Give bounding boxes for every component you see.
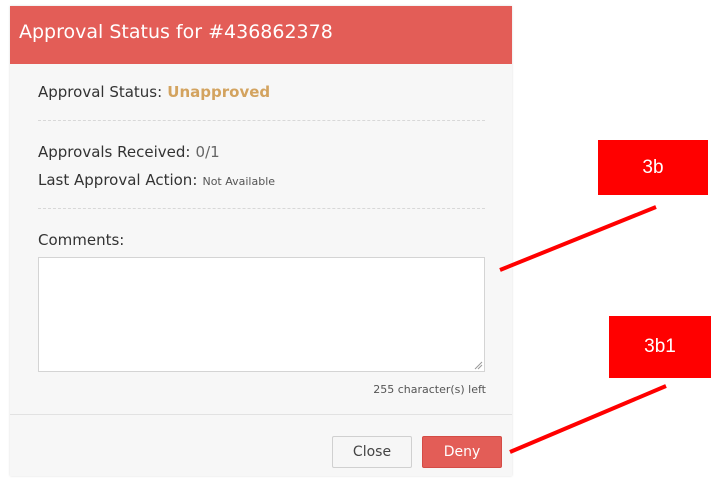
- comments-textarea[interactable]: [38, 257, 485, 372]
- last-approval-action-value: Not Available: [202, 175, 276, 188]
- close-button[interactable]: Close: [332, 436, 412, 468]
- dialog-title: Approval Status for #436862378: [19, 21, 333, 43]
- deny-button[interactable]: Deny: [422, 436, 502, 468]
- footer-divider: [10, 414, 512, 415]
- callout-3b: 3b: [598, 140, 708, 195]
- last-approval-action-label: Last Approval Action:: [38, 171, 198, 189]
- approval-status-dialog: Approval Status for #436862378 Approval …: [10, 6, 512, 476]
- characters-left-counter: 255 character(s) left: [373, 383, 486, 396]
- callout-3b-pointer-line: [499, 205, 657, 272]
- approval-status-label: Approval Status:: [38, 83, 163, 101]
- divider: [38, 120, 485, 121]
- callout-3b1: 3b1: [609, 316, 711, 378]
- approval-status-value: Unapproved: [167, 83, 271, 101]
- last-approval-action-row: Last Approval Action: Not Available: [38, 170, 275, 189]
- comments-label: Comments:: [38, 231, 125, 249]
- approvals-received-row: Approvals Received: 0/1: [38, 142, 220, 161]
- approvals-received-value: 0/1: [195, 143, 220, 161]
- approvals-received-label: Approvals Received:: [38, 143, 191, 161]
- divider: [38, 208, 485, 209]
- callout-3b1-pointer-line: [509, 384, 667, 454]
- resize-grip-icon[interactable]: [473, 360, 483, 370]
- dialog-header: Approval Status for #436862378: [10, 6, 512, 64]
- approval-status-row: Approval Status: Unapproved: [38, 82, 270, 101]
